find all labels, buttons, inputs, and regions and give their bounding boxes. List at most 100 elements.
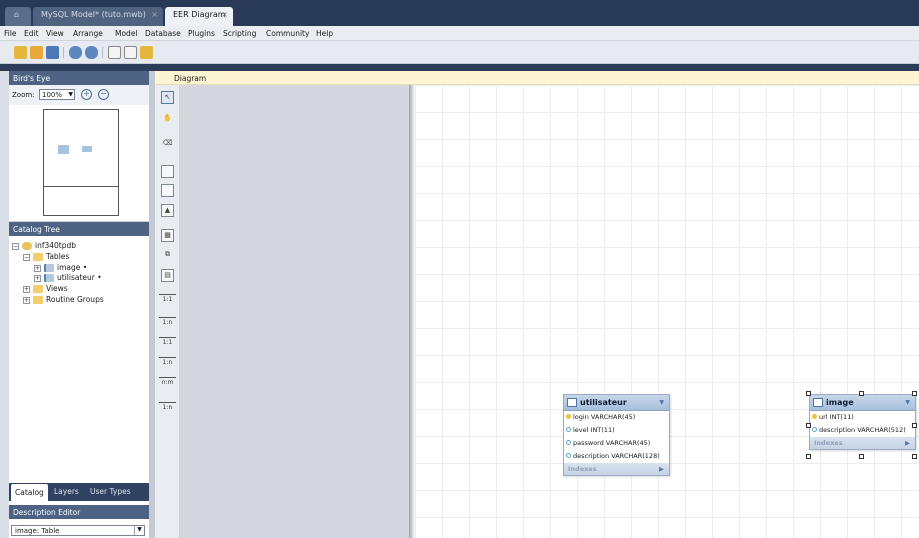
collapse-icon[interactable]: − <box>12 242 19 250</box>
table-header[interactable]: utilisateur ▼ <box>564 395 669 411</box>
menu-plugins[interactable]: Plugins <box>188 29 215 38</box>
birds-eye-view[interactable] <box>9 105 149 222</box>
column-row[interactable]: url INT(11) <box>810 411 915 424</box>
model-tab[interactable]: MySQL Model* (tuto.mwb) × <box>33 7 163 26</box>
expand-icon[interactable]: + <box>34 264 41 272</box>
resize-handle[interactable] <box>912 454 917 459</box>
expand-icon[interactable]: + <box>34 274 41 282</box>
column-row[interactable]: level INT(11) <box>564 424 669 437</box>
menu-database[interactable]: Database <box>145 29 181 38</box>
resize-handle[interactable] <box>806 454 811 459</box>
close-icon[interactable]: × <box>221 10 228 19</box>
tree-routine-groups[interactable]: + Routine Groups <box>23 295 104 304</box>
eer-diagram-tab[interactable]: EER Diagram × <box>165 7 233 26</box>
expand-arrow-icon[interactable]: ▶ <box>659 465 664 473</box>
menu-view[interactable]: View <box>46 29 64 38</box>
column-text: description VARCHAR(128) <box>573 452 660 460</box>
menu-scripting[interactable]: Scripting <box>223 29 256 38</box>
table-image[interactable]: image ▼ url INT(11) description VARCHAR(… <box>809 394 916 450</box>
view-tool-icon[interactable]: ⧉ <box>161 249 174 262</box>
rel-existing-columns-tool[interactable]: 1:n <box>159 402 176 416</box>
menu-community[interactable]: Community <box>266 29 309 38</box>
tree-table-utilisateur[interactable]: + utilisateur • <box>34 273 102 282</box>
tree-tables[interactable]: − Tables <box>23 252 69 261</box>
tree-table-image[interactable]: + image • <box>34 263 87 272</box>
schema-name: inf340tpdb <box>35 241 77 250</box>
table-tool-icon[interactable]: ▦ <box>161 229 174 242</box>
rel-1-1-tool[interactable]: 1:1 <box>159 294 176 308</box>
menu-help[interactable]: Help <box>316 29 333 38</box>
resize-handle[interactable] <box>859 454 864 459</box>
routine-group-tool-icon[interactable]: ▤ <box>161 269 174 282</box>
table-icon <box>813 398 823 407</box>
birds-eye-viewport[interactable] <box>43 109 119 216</box>
rel-1-n-identifying-tool[interactable]: 1:n <box>159 357 176 371</box>
database-icon <box>22 242 32 250</box>
tab-user-types[interactable]: User Types <box>90 487 131 496</box>
menu-file[interactable]: File <box>4 29 17 38</box>
indexes-section[interactable]: Indexes ▶ <box>810 437 915 449</box>
resize-handle[interactable] <box>806 423 811 428</box>
menu-edit[interactable]: Edit <box>24 29 39 38</box>
column-text: password VARCHAR(45) <box>573 439 651 447</box>
column-row[interactable]: description VARCHAR(512) <box>810 424 915 437</box>
chevron-down-icon[interactable]: ▼ <box>659 399 664 406</box>
column-icon <box>566 440 571 445</box>
toggle-grid-icon[interactable] <box>108 46 121 59</box>
hand-tool-icon[interactable]: ✋ <box>161 113 174 126</box>
rel-n-m-tool[interactable]: n:m <box>159 377 176 391</box>
expand-icon[interactable]: + <box>23 296 30 304</box>
description-object-select[interactable]: image: Table ▼ <box>11 525 145 536</box>
tables-label: Tables <box>46 252 70 261</box>
column-row[interactable]: login VARCHAR(45) <box>564 411 669 424</box>
rel-1-1-identifying-tool[interactable]: 1:1 <box>159 337 176 351</box>
new-file-icon[interactable] <box>14 46 27 59</box>
resize-handle[interactable] <box>912 423 917 428</box>
tree-views[interactable]: + Views <box>23 284 68 293</box>
resize-handle[interactable] <box>859 391 864 396</box>
align-grid-icon[interactable] <box>124 46 137 59</box>
indexes-label: Indexes <box>568 465 597 473</box>
new-diagram-icon[interactable] <box>140 46 153 59</box>
home-tab[interactable]: ⌂ <box>5 7 31 26</box>
primary-key-icon <box>566 414 571 419</box>
undo-icon[interactable] <box>69 46 82 59</box>
layer-tool-icon[interactable] <box>161 165 174 178</box>
indexes-section[interactable]: Indexes ▶ <box>564 463 669 475</box>
eraser-tool-icon[interactable]: ⌫ <box>161 138 174 151</box>
column-icon <box>566 453 571 458</box>
folder-icon <box>33 296 43 304</box>
chevron-down-icon[interactable]: ▼ <box>905 399 910 406</box>
folder-icon <box>33 285 43 293</box>
menu-arrange[interactable]: Arrange <box>73 29 103 38</box>
zoom-select[interactable]: 100% ▼ <box>39 89 75 100</box>
save-icon[interactable] <box>46 46 59 59</box>
resize-handle[interactable] <box>806 391 811 396</box>
tree-schema[interactable]: − inf340tpdb <box>12 241 76 250</box>
rel-1-n-tool[interactable]: 1:n <box>159 317 176 331</box>
resize-handle[interactable] <box>912 391 917 396</box>
note-tool-icon[interactable] <box>161 184 174 197</box>
redo-icon[interactable] <box>85 46 98 59</box>
off-page-area <box>180 85 409 538</box>
open-folder-icon[interactable] <box>30 46 43 59</box>
chevron-down-icon: ▼ <box>68 91 73 98</box>
table-utilisateur[interactable]: utilisateur ▼ login VARCHAR(45) level IN… <box>563 394 670 476</box>
close-icon[interactable]: × <box>151 10 158 19</box>
column-row[interactable]: description VARCHAR(128) <box>564 450 669 463</box>
zoom-in-icon[interactable]: + <box>81 89 92 100</box>
table-name: image • <box>57 263 88 272</box>
menu-model[interactable]: Model <box>115 29 138 38</box>
tab-catalog[interactable]: Catalog <box>11 484 48 501</box>
table-header[interactable]: image ▼ <box>810 395 915 411</box>
pointer-tool-icon[interactable]: ↖ <box>161 91 174 104</box>
menu-bar: File Edit View Arrange Model Database Pl… <box>0 26 919 41</box>
tab-layers[interactable]: Layers <box>54 487 79 496</box>
collapse-icon[interactable]: − <box>23 253 30 261</box>
expand-icon[interactable]: + <box>23 285 30 293</box>
zoom-out-icon[interactable]: − <box>98 89 109 100</box>
image-tool-icon[interactable]: ▲ <box>161 204 174 217</box>
description-selected-object: image: Table <box>15 527 60 535</box>
column-row[interactable]: password VARCHAR(45) <box>564 437 669 450</box>
expand-arrow-icon[interactable]: ▶ <box>905 439 910 447</box>
